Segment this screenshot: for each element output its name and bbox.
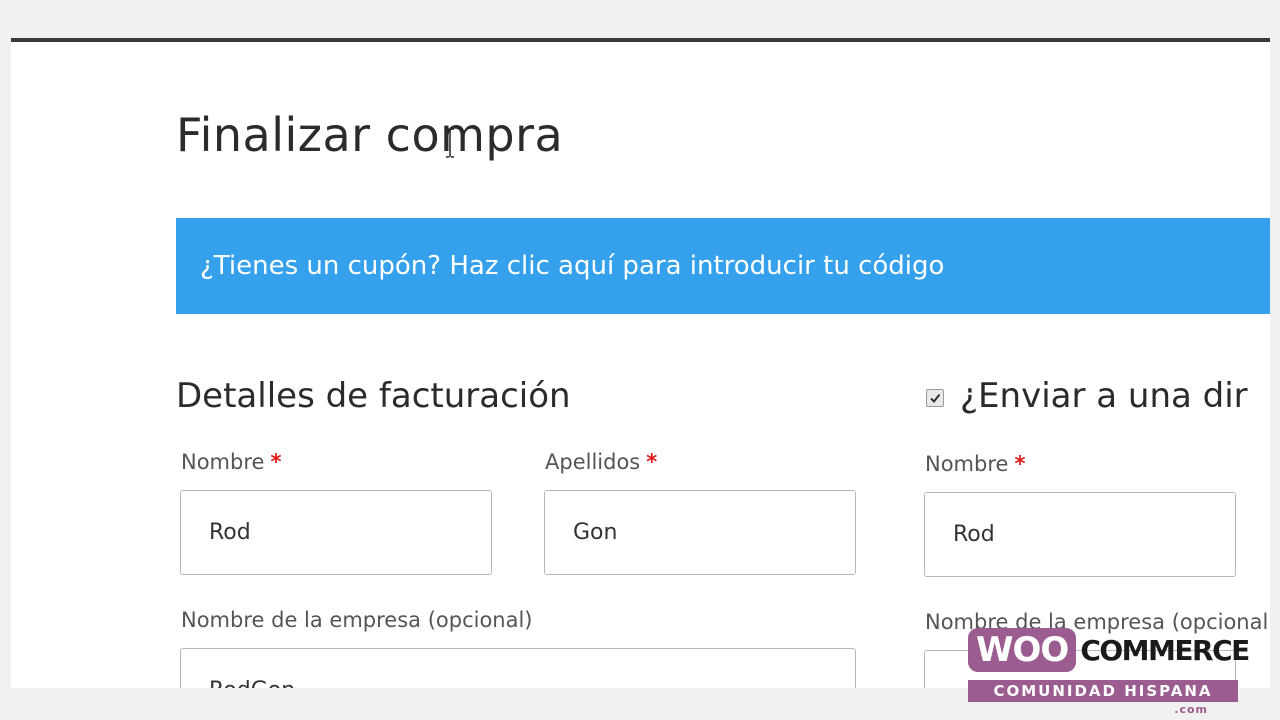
page-frame: Finalizar compra ¿Tienes un cupón? Haz c… (11, 38, 1270, 688)
coupon-link[interactable]: ¿Tienes un cupón? Haz clic aquí para int… (200, 251, 944, 281)
woocommerce-hispana-logo: WOO COMMERCE COMUNIDAD HISPANA .com (968, 626, 1250, 716)
billing-first-name-label-text: Nombre (181, 450, 265, 474)
billing-first-name-input[interactable] (180, 490, 492, 575)
logo-woo: WOO (968, 628, 1077, 672)
billing-last-name-label-text: Apellidos (545, 450, 641, 474)
billing-company-label: Nombre de la empresa (opcional) (181, 608, 533, 632)
logo-wordmark: WOO COMMERCE (968, 626, 1250, 674)
billing-company-input[interactable] (180, 648, 856, 688)
shipping-heading: ¿Enviar a una dir (960, 376, 1248, 416)
ship-to-different-address[interactable]: ¿Enviar a una dir (926, 376, 1248, 416)
billing-last-name-input[interactable] (544, 490, 856, 575)
billing-last-name-label: Apellidos * (545, 450, 657, 474)
ship-different-checkbox[interactable] (926, 389, 944, 407)
coupon-banner[interactable]: ¿Tienes un cupón? Haz clic aquí para int… (176, 218, 1270, 314)
checkmark-icon (930, 393, 941, 404)
required-marker: * (646, 450, 658, 474)
billing-first-name-label: Nombre * (181, 450, 281, 474)
required-marker: * (1014, 452, 1026, 476)
billing-heading: Detalles de facturación (176, 376, 571, 416)
shipping-first-name-label-text: Nombre (925, 452, 1009, 476)
logo-suffix: .com (1174, 703, 1208, 716)
logo-band: COMUNIDAD HISPANA (968, 680, 1238, 702)
logo-commerce: COMMERCE (1080, 633, 1250, 667)
shipping-first-name-input[interactable] (924, 492, 1236, 577)
page-title: Finalizar compra (176, 108, 564, 162)
shipping-first-name-label: Nombre * (925, 452, 1025, 476)
required-marker: * (270, 450, 282, 474)
top-divider (11, 38, 1270, 42)
text-cursor-icon (446, 128, 454, 158)
